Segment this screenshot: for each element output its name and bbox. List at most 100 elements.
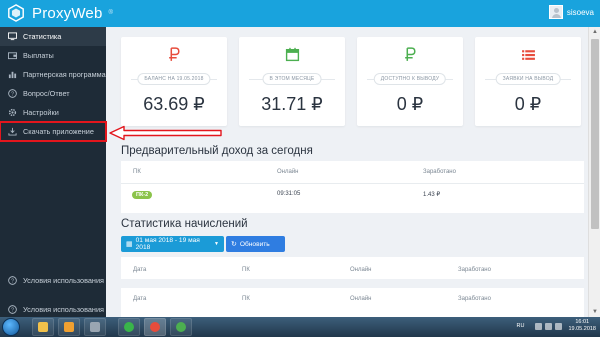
sidebar-item-label: Вопрос/Ответ [23,89,70,98]
stat-card-month: В ЭТОМ МЕСЯЦЕ 31.71 ₽ [239,37,345,126]
chrome-icon[interactable] [170,318,192,336]
accruals-table: Дата ПК Онлайн Заработано [121,257,584,279]
row-divider [121,183,584,184]
app-logo[interactable]: ProxyWeb ® [7,4,113,22]
vertical-scrollbar[interactable]: ▲ ▼ [588,27,600,317]
stat-value: 0 ₽ [514,94,542,114]
logo-icon [8,4,24,22]
sidebar-item-label: Выплаты [23,51,54,60]
sidebar-item-statistics[interactable]: Статистика [0,27,106,46]
stat-label: ЗАЯВКИ НА ВЫВОД [495,73,561,85]
gear-icon [7,108,17,118]
annotation-arrow-icon [109,125,222,141]
refresh-label: Обновить [239,240,270,248]
app-dot [150,322,160,332]
scroll-up-icon[interactable]: ▲ [589,27,600,37]
chrome-icon[interactable] [144,318,166,336]
column-header: Заработано [458,267,491,273]
stat-card-balance: БАЛАНС НА 19.05.2018 63.69 ₽ [121,37,227,126]
language-indicator[interactable]: RU [517,323,525,329]
tray-icon[interactable] [535,322,543,330]
network-icon[interactable] [84,318,106,336]
date-range-picker[interactable]: ▦ 01 мая 2018 - 19 мая 2018 ▼ [121,236,224,252]
explorer-icon[interactable] [32,318,54,336]
stat-value: 63.69 ₽ [143,94,205,114]
media-player-icon[interactable] [58,318,80,336]
prelim-table: ПК Онлайн Заработано ПК-2 09:31:05 1.43 … [121,161,584,213]
column-header: ПК [133,169,141,175]
svg-text:?: ? [11,279,14,285]
question-icon: ? [7,89,17,99]
column-header: Онлайн [350,267,372,273]
pc-badge: ПК-2 [132,191,153,199]
sidebar: Статистика Выплаты Партнерская программа… [0,27,107,317]
download-icon [7,127,17,137]
stat-label: ДОСТУПНО К ВЫВОДУ [373,73,447,85]
column-header: ПК [242,267,250,273]
sidebar-item-partner-program[interactable]: Партнерская программа [0,65,106,84]
avatar [548,5,563,19]
app-dot [90,322,100,332]
main-content: БАЛАНС НА 19.05.2018 63.69 ₽ В ЭТОМ МЕСЯ… [106,27,600,317]
calendar-icon [239,47,345,65]
sidebar-item-label: Партнерская программа [23,70,106,79]
sidebar-item-terms[interactable]: ? Условия использования [0,271,106,290]
date-range-label: 01 мая 2018 - 19 мая 2018 [135,237,200,251]
sidebar-item-label: Статистика [23,32,62,41]
svg-text:?: ? [11,92,14,98]
top-bar: ProxyWeb ® sisoeva [0,0,600,27]
earned-cell: 1.43 ₽ [423,192,441,198]
sidebar-item-download-app[interactable]: Скачать приложение [0,121,107,142]
tray-icon[interactable] [545,322,553,330]
question-icon: ? [7,276,17,286]
ruble-icon [121,47,227,65]
app-dot [64,322,74,332]
sidebar-item-settings[interactable]: Настройки [0,103,106,122]
refresh-button[interactable]: ↻ Обновить [226,236,285,252]
stat-card-available: ДОСТУПНО К ВЫВОДУ 0 ₽ [357,37,463,126]
user-menu[interactable]: sisoeva [548,5,594,19]
section-title-prelim: Предварительный доход за сегодня [121,145,313,157]
sidebar-item-payouts[interactable]: Выплаты [0,46,106,65]
wallet-icon [7,51,17,61]
column-header: Дата [133,267,147,273]
scroll-thumb[interactable] [591,39,599,229]
stat-label: БАЛАНС НА 19.05.2018 [137,73,211,85]
app-dot [38,322,48,332]
start-button[interactable] [2,318,20,336]
sidebar-item-label: Скачать приложение [23,127,94,136]
chevron-down-icon: ▼ [214,241,219,247]
stat-card-requests: ЗАЯВКИ НА ВЫВОД 0 ₽ [475,37,581,126]
column-header: Дата [133,296,147,302]
column-header: Заработано [423,169,456,175]
mail-icon[interactable] [118,318,140,336]
accruals-table-footer: Дата ПК Онлайн Заработано [121,288,584,317]
sidebar-item-label: Условия использования [23,305,104,314]
sidebar-item-label: Настройки [23,108,59,117]
column-header: ПК [242,296,250,302]
clock-time: 16:01 [575,319,590,325]
scroll-down-icon[interactable]: ▼ [589,307,600,317]
chart-icon [7,70,17,80]
sidebar-item-faq[interactable]: ? Вопрос/Ответ [0,84,106,103]
app-dot [176,322,186,332]
clock[interactable]: 16:01 19.05.2018 [568,319,596,333]
taskbar: RU 16:01 19.05.2018 [0,317,600,337]
monitor-icon [7,32,17,42]
column-header: Заработано [458,296,491,302]
calendar-icon: ▦ [126,241,133,248]
stat-label: В ЭТОМ МЕСЯЦЕ [262,73,322,85]
section-title-accruals: Статистика начислений [121,218,248,230]
column-header: Онлайн [350,296,372,302]
volume-icon[interactable] [555,322,563,330]
svg-text:?: ? [11,308,14,314]
stat-value: 0 ₽ [396,94,424,114]
question-icon: ? [7,305,17,315]
app-dot [124,322,134,332]
sidebar-item-label: Условия использования [23,276,104,285]
stat-value: 31.71 ₽ [261,94,323,114]
app-name: ProxyWeb [32,4,103,22]
user-name: sisoeva [566,7,594,17]
column-header: Онлайн [277,169,299,175]
refresh-icon: ↻ [231,241,237,248]
